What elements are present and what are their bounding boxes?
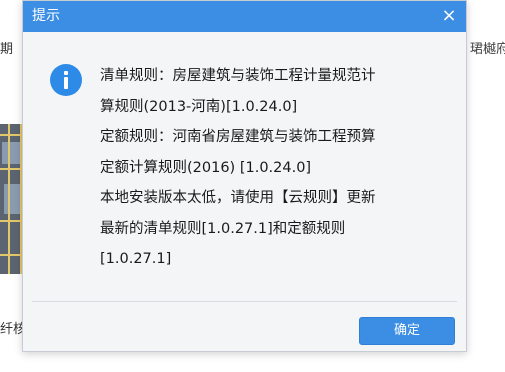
info-icon — [50, 64, 82, 96]
message-line: [1.0.27.1] — [100, 251, 172, 267]
close-icon[interactable]: × — [438, 5, 460, 27]
dialog-message: 清单规则：房屋建筑与装饰工程计量规范计 算规则(2013-河南)[1.0.24.… — [100, 61, 446, 275]
message-line: 定额规则：河南省房屋建筑与装饰工程预算 — [100, 129, 376, 145]
prompt-dialog: 提示 × 清单规则：房屋建筑与装饰工程计量规范计 算规则(2013-河南)[1.… — [22, 0, 467, 352]
message-line: 最新的清单规则[1.0.27.1]和定额规则 — [100, 220, 346, 237]
background-text-fragment: 期 — [0, 42, 14, 57]
message-line: 算规则(2013-河南)[1.0.24.0] — [100, 98, 298, 115]
background-text-fragment: 珺樾府 — [470, 42, 505, 57]
dialog-titlebar[interactable]: 提示 × — [23, 1, 466, 32]
message-line: 定额计算规则(2016) [1.0.24.0] — [100, 159, 312, 176]
dialog-title: 提示 — [32, 8, 60, 24]
message-line: 清单规则：房屋建筑与装饰工程计量规范计 — [100, 68, 376, 84]
ok-button[interactable]: 确定 — [359, 317, 455, 345]
message-line: 本地安装版本太低，请使用【云规则】更新 — [100, 190, 376, 206]
dialog-separator — [32, 301, 457, 302]
